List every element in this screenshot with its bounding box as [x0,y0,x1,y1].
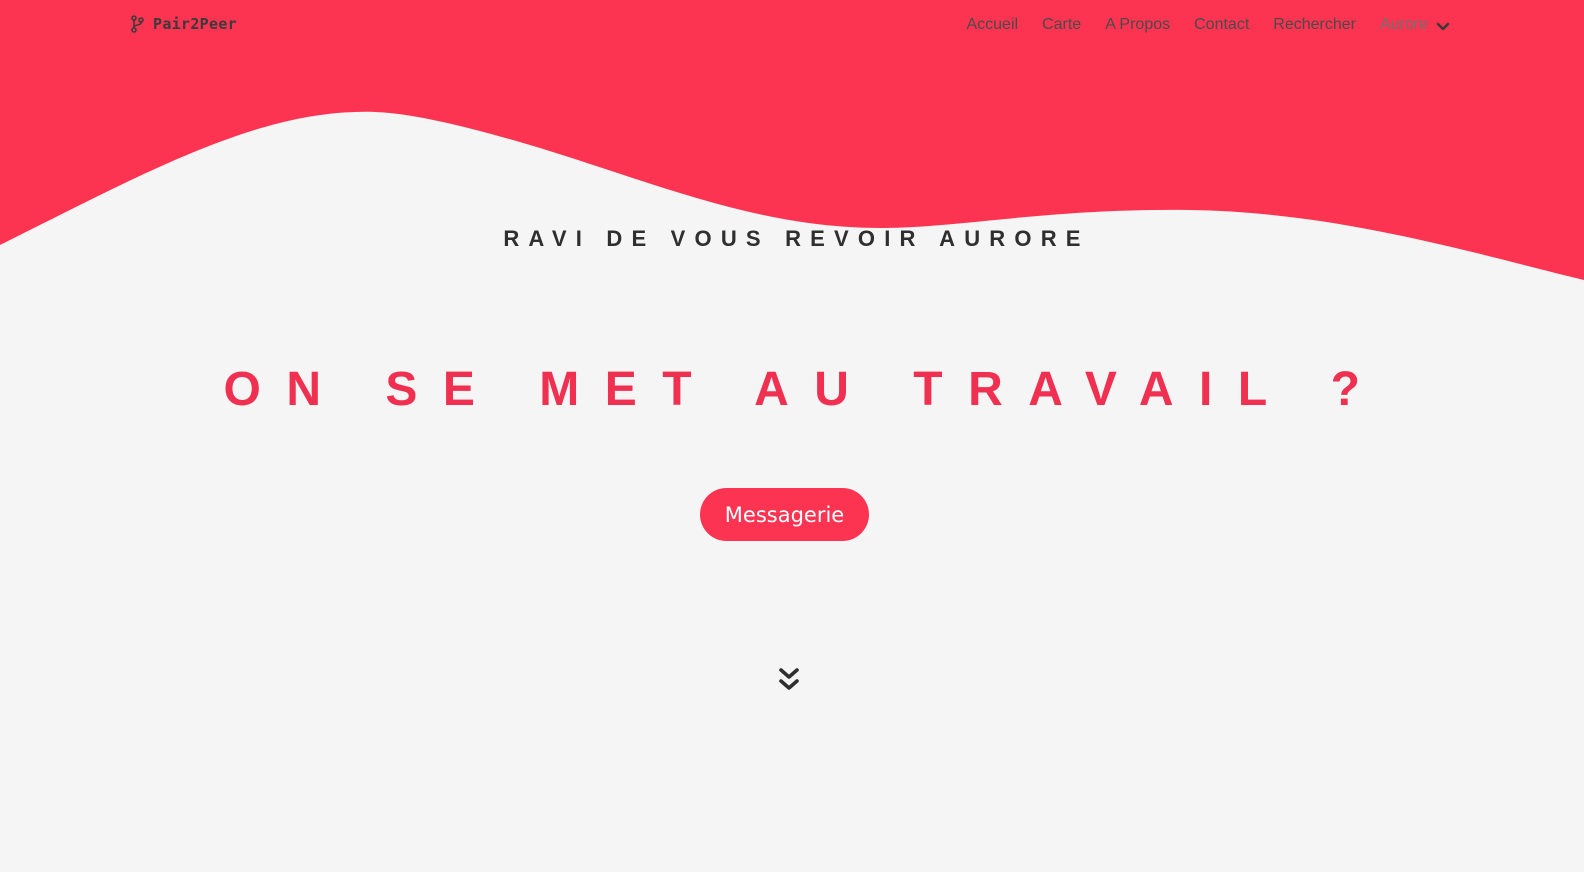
nav-link-carte[interactable]: Carte [1042,15,1081,35]
greeting-text: RAVI DE VOUS REVOIR AURORE [503,226,1090,251]
nav-link-accueil[interactable]: Accueil [966,15,1018,35]
double-chevron-down-icon[interactable] [777,666,801,694]
brand-logo[interactable]: Pair2Peer [130,15,237,33]
navbar: Pair2Peer Accueil Carte A Propos Contact… [0,0,1584,52]
nav-link-rechercher[interactable]: Rechercher [1273,15,1356,35]
nav-link-a-propos[interactable]: A Propos [1105,15,1170,35]
brand-name: Pair2Peer [153,15,237,33]
hero-headline: ON SE MET AU TRAVAIL ? [223,363,1386,416]
user-menu-dropdown[interactable]: Aurore [1380,15,1450,35]
git-branch-icon [131,15,144,33]
chevron-down-icon [1436,22,1450,30]
user-name: Aurore [1379,16,1428,33]
nav-menu: Accueil Carte A Propos Contact Recherche… [942,15,1450,35]
page: Pair2Peer Accueil Carte A Propos Contact… [0,0,1584,872]
nav-link-contact[interactable]: Contact [1194,15,1249,35]
messagerie-button[interactable]: Messagerie [700,488,869,541]
